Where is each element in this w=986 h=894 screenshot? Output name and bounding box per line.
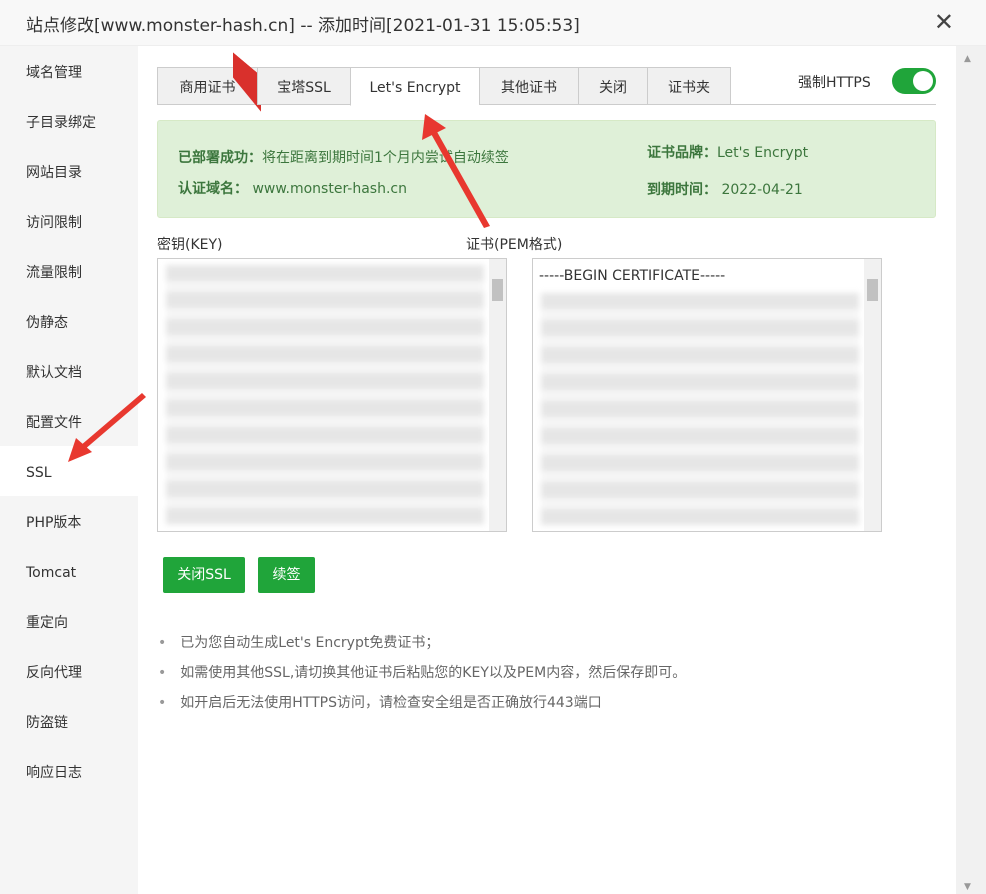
domain-value: www.monster-hash.cn — [252, 181, 407, 197]
cert-label: 证书(PEM格式) — [466, 237, 563, 253]
scroll-up-icon[interactable]: ▲ — [964, 54, 971, 64]
expiry-label: 到期时间： — [647, 182, 717, 198]
ssl-panel: 商用证书 宝塔SSL Let's Encrypt 其他证书 关闭 证书夹 强制H… — [138, 46, 956, 894]
sidebar-item-rewrite[interactable]: 伪静态 — [0, 296, 138, 346]
key-label: 密钥(KEY) — [157, 237, 223, 253]
sidebar-item-log[interactable]: 响应日志 — [0, 746, 138, 796]
sidebar-item-ssl[interactable]: SSL — [0, 446, 138, 496]
tip-item: 如开启后无法使用HTTPS访问，请检查安全组是否正确放行443端口 — [158, 688, 686, 718]
page-scrollbar[interactable]: ▲ ▼ — [956, 46, 986, 894]
tip-item: 已为您自动生成Let's Encrypt免费证书； — [158, 628, 686, 658]
tab-bt-ssl[interactable]: 宝塔SSL — [257, 67, 350, 105]
sidebar-item-redirect[interactable]: 重定向 — [0, 596, 138, 646]
close-icon[interactable]: ✕ — [934, 8, 954, 36]
domain-label: 认证域名： — [178, 181, 248, 197]
toggle-knob — [913, 71, 933, 91]
renew-button[interactable]: 续签 — [258, 557, 315, 593]
cert-first-line: -----BEGIN CERTIFICATE----- — [539, 268, 726, 284]
expiry-value: 2022-04-21 — [721, 182, 803, 198]
scroll-down-icon[interactable]: ▼ — [964, 882, 971, 892]
sidebar: 域名管理 子目录绑定 网站目录 访问限制 流量限制 伪静态 默认文档 配置文件 … — [0, 46, 138, 894]
sidebar-item-config[interactable]: 配置文件 — [0, 396, 138, 446]
sidebar-item-traffic-limit[interactable]: 流量限制 — [0, 246, 138, 296]
brand-label: 证书品牌： — [647, 145, 717, 161]
close-ssl-button[interactable]: 关闭SSL — [163, 557, 245, 593]
dialog-titlebar: 站点修改[www.monster-hash.cn] -- 添加时间[2021-0… — [0, 0, 986, 46]
sidebar-item-default-doc[interactable]: 默认文档 — [0, 346, 138, 396]
sidebar-item-proxy[interactable]: 反向代理 — [0, 646, 138, 696]
force-https-label: 强制HTTPS — [798, 75, 871, 91]
cert-status-alert: 已部署成功：将在距离到期时间1个月内尝试自动续签 认证域名： www.monst… — [157, 120, 936, 218]
key-textarea[interactable] — [157, 258, 507, 532]
tab-cert-folder[interactable]: 证书夹 — [647, 67, 731, 105]
tip-item: 如需使用其他SSL,请切换其他证书后粘贴您的KEY以及PEM内容，然后保存即可。 — [158, 658, 686, 688]
brand-value: Let's Encrypt — [717, 145, 809, 161]
sidebar-item-domain[interactable]: 域名管理 — [0, 46, 138, 96]
dialog-title: 站点修改[www.monster-hash.cn] -- 添加时间[2021-0… — [26, 16, 580, 36]
blurred-cert-content — [541, 293, 859, 525]
sidebar-item-hotlink[interactable]: 防盗链 — [0, 696, 138, 746]
force-https-toggle[interactable] — [892, 68, 936, 94]
deploy-label: 已部署成功： — [178, 150, 262, 166]
sidebar-item-php[interactable]: PHP版本 — [0, 496, 138, 546]
tab-close[interactable]: 关闭 — [578, 67, 647, 105]
tips-list: 已为您自动生成Let's Encrypt免费证书； 如需使用其他SSL,请切换其… — [158, 628, 686, 718]
scrollbar[interactable] — [864, 259, 881, 531]
tab-other-cert[interactable]: 其他证书 — [479, 67, 578, 105]
scrollbar[interactable] — [489, 259, 506, 531]
sidebar-item-site-dir[interactable]: 网站目录 — [0, 146, 138, 196]
blurred-key-content — [166, 265, 484, 525]
deploy-text: 将在距离到期时间1个月内尝试自动续签 — [262, 150, 509, 166]
cert-textarea[interactable]: -----BEGIN CERTIFICATE----- — [532, 258, 882, 532]
tab-label: 商用证书 — [179, 80, 236, 96]
sidebar-item-subdir[interactable]: 子目录绑定 — [0, 96, 138, 146]
tab-lets-encrypt[interactable]: Let's Encrypt — [350, 67, 479, 106]
tab-commercial[interactable]: 商用证书 — [157, 67, 257, 105]
sidebar-item-access-limit[interactable]: 访问限制 — [0, 196, 138, 246]
sidebar-item-tomcat[interactable]: Tomcat — [0, 546, 138, 596]
